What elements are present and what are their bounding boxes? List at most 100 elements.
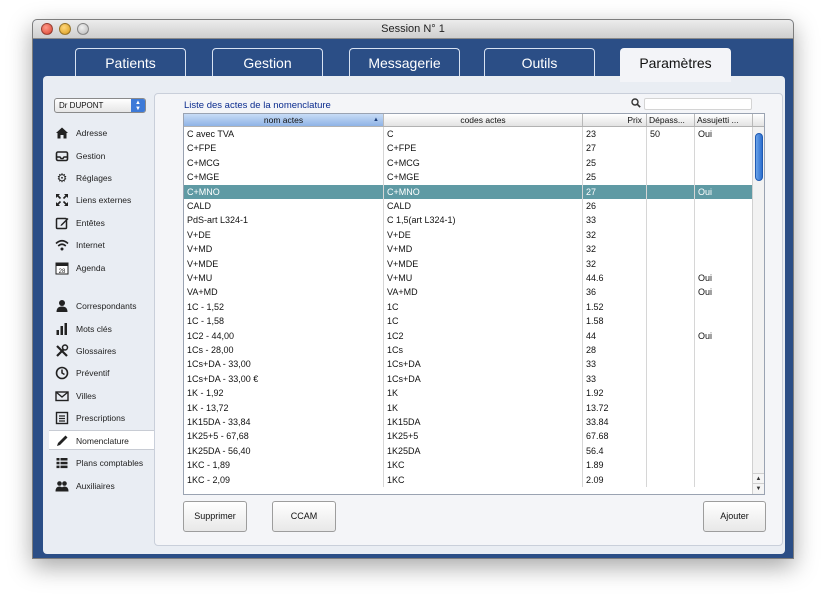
calendar-icon: 28 bbox=[55, 261, 69, 275]
cell-prix: 23 bbox=[583, 127, 647, 142]
sidebar-item-agenda[interactable]: 28 Agenda bbox=[51, 258, 155, 278]
tab-outils[interactable]: Outils bbox=[484, 48, 595, 78]
tab-gestion[interactable]: Gestion bbox=[212, 48, 323, 78]
cell-prix: 1.58 bbox=[583, 314, 647, 329]
table-row[interactable]: C avec TVA C 23 50 Oui bbox=[184, 127, 753, 142]
table-row[interactable]: C+MCG C+MCG 25 bbox=[184, 155, 753, 171]
cell-code-acte: 1Cs+DA bbox=[384, 357, 583, 372]
cell-code-acte: VA+MD bbox=[384, 285, 583, 300]
cell-prix: 27 bbox=[583, 141, 647, 156]
table-row[interactable]: V+DE V+DE 32 bbox=[184, 227, 753, 243]
table-row[interactable]: 1K15DA - 33,84 1K15DA 33.84 bbox=[184, 415, 753, 430]
scrollbar-thumb[interactable] bbox=[755, 133, 763, 181]
sidebar-item-glossaires[interactable]: Glossaires bbox=[51, 341, 155, 361]
table-row[interactable]: 1C - 1,58 1C 1.58 bbox=[184, 314, 753, 329]
cell-depassement bbox=[647, 285, 695, 300]
table-row[interactable]: 1K - 1,92 1K 1.92 bbox=[184, 386, 753, 401]
cell-nom-acte: C+FPE bbox=[184, 141, 384, 156]
sidebar-item-internet[interactable]: Internet bbox=[51, 235, 155, 255]
cell-code-acte: V+MD bbox=[384, 242, 583, 257]
table-row[interactable]: V+MD V+MD 32 bbox=[184, 242, 753, 257]
table-row[interactable]: 1KC - 2,09 1KC 2.09 bbox=[184, 472, 753, 487]
table-row[interactable]: C+MGE C+MGE 25 bbox=[184, 170, 753, 185]
cell-prix: 1.92 bbox=[583, 386, 647, 401]
cell-assujetti bbox=[695, 472, 753, 487]
scroll-down-arrow[interactable]: ▼ bbox=[753, 483, 764, 493]
cell-nom-acte: V+DE bbox=[184, 227, 384, 243]
table-row[interactable]: 1KC - 1,89 1KC 1.89 bbox=[184, 458, 753, 473]
cell-assujetti bbox=[695, 357, 753, 372]
sidebar-item-villes[interactable]: Villes bbox=[51, 386, 155, 406]
sidebar-item-preventif[interactable]: Préventif bbox=[51, 363, 155, 383]
search-icon bbox=[631, 98, 641, 111]
cell-code-acte: C+MCG bbox=[384, 155, 583, 171]
cell-assujetti bbox=[695, 415, 753, 430]
table-row[interactable]: C+FPE C+FPE 27 bbox=[184, 141, 753, 156]
cell-code-acte: 1Cs bbox=[384, 343, 583, 358]
cell-prix: 32 bbox=[583, 242, 647, 257]
cell-depassement bbox=[647, 472, 695, 487]
column-header-prix[interactable]: Prix bbox=[583, 114, 647, 126]
cell-depassement bbox=[647, 155, 695, 171]
cell-prix: 67.68 bbox=[583, 429, 647, 444]
sidebar-item-mots-cles[interactable]: Mots clés bbox=[51, 319, 155, 339]
cell-nom-acte: CALD bbox=[184, 199, 384, 214]
table-row[interactable]: VA+MD VA+MD 36 Oui bbox=[184, 285, 753, 300]
scroll-up-arrow[interactable]: ▲ bbox=[753, 473, 764, 483]
sidebar-item-adresse[interactable]: Adresse bbox=[51, 123, 155, 143]
sidebar-item-correspondants[interactable]: Correspondants bbox=[51, 296, 155, 316]
cell-prix: 44 bbox=[583, 328, 647, 343]
cell-assujetti bbox=[695, 400, 753, 415]
cell-assujetti: Oui bbox=[695, 184, 753, 199]
tab-messagerie[interactable]: Messagerie bbox=[349, 48, 460, 78]
sidebar-item-liens-externes[interactable]: Liens externes bbox=[51, 190, 155, 210]
column-header-nom-actes[interactable]: nom actes ▲ bbox=[184, 114, 384, 126]
cell-assujetti: Oui bbox=[695, 285, 753, 300]
cell-nom-acte: 1K - 13,72 bbox=[184, 400, 384, 415]
table-row[interactable]: V+MU V+MU 44.6 Oui bbox=[184, 271, 753, 286]
cell-prix: 13.72 bbox=[583, 400, 647, 415]
cell-prix: 25 bbox=[583, 170, 647, 185]
cell-prix: 27 bbox=[583, 184, 647, 199]
tab-patients[interactable]: Patients bbox=[75, 48, 186, 78]
sidebar-item-reglages[interactable]: ⚙ Réglages bbox=[51, 168, 155, 188]
sidebar-item-nomenclature[interactable]: Nomenclature bbox=[49, 430, 155, 450]
table-row[interactable]: CALD CALD 26 bbox=[184, 199, 753, 214]
delete-button[interactable]: Supprimer bbox=[183, 501, 247, 532]
table-row[interactable]: 1Cs+DA - 33,00 €1Cs+DA 33 bbox=[184, 371, 753, 387]
table-row[interactable]: V+MDE V+MDE 32 bbox=[184, 256, 753, 271]
table-row[interactable]: PdS-art L324-1 C 1,5(art L324-1) 33 bbox=[184, 213, 753, 228]
table-row[interactable]: 1K - 13,72 1K 13.72 bbox=[184, 400, 753, 415]
table-row[interactable]: 1Cs+DA - 33,00 1Cs+DA 33 bbox=[184, 357, 753, 372]
sidebar-item-entetes[interactable]: Entêtes bbox=[51, 213, 155, 233]
column-header-depassement[interactable]: Dépass... bbox=[647, 114, 695, 126]
sidebar-item-plans-comptables[interactable]: Plans comptables bbox=[51, 453, 155, 473]
add-button[interactable]: Ajouter bbox=[703, 501, 766, 532]
ccam-button[interactable]: CCAM bbox=[272, 501, 336, 532]
tab-parametres[interactable]: Paramètres bbox=[620, 48, 731, 82]
cell-code-acte: 1KC bbox=[384, 458, 583, 473]
vertical-scrollbar[interactable]: ▲ ▼ bbox=[752, 127, 764, 494]
table-row[interactable]: 1Cs - 28,00 1Cs 28 bbox=[184, 343, 753, 358]
cell-nom-acte: V+MU bbox=[184, 271, 384, 286]
table-row[interactable]: 1C2 - 44,00 1C2 44 Oui bbox=[184, 328, 753, 343]
people-icon bbox=[55, 479, 69, 493]
column-header-assujetti[interactable]: Assujetti ... bbox=[695, 114, 753, 126]
search-input[interactable] bbox=[644, 98, 752, 110]
table-row[interactable]: C+MNO C+MNO 27 Oui bbox=[184, 184, 753, 199]
cell-code-acte: 1K25+5 bbox=[384, 429, 583, 444]
sidebar-item-gestion[interactable]: Gestion bbox=[51, 146, 155, 166]
cell-assujetti bbox=[695, 213, 753, 228]
column-header-codes-actes[interactable]: codes actes bbox=[384, 114, 583, 126]
table-row[interactable]: 1K25DA - 56,40 1K25DA 56.4 bbox=[184, 443, 753, 459]
tools-icon bbox=[55, 344, 69, 358]
cell-nom-acte: C+MCG bbox=[184, 155, 384, 171]
sidebar-item-label: Mots clés bbox=[76, 324, 112, 334]
sidebar-item-prescriptions[interactable]: Prescriptions bbox=[51, 408, 155, 428]
sidebar-item-auxiliaires[interactable]: Auxiliaires bbox=[51, 476, 155, 496]
cell-depassement bbox=[647, 357, 695, 372]
doctor-select[interactable]: Dr DUPONT ▲ ▼ bbox=[54, 98, 146, 113]
table-row[interactable]: 1C - 1,52 1C 1.52 bbox=[184, 299, 753, 315]
cell-nom-acte: VA+MD bbox=[184, 285, 384, 300]
table-row[interactable]: 1K25+5 - 67,68 1K25+5 67.68 bbox=[184, 429, 753, 444]
